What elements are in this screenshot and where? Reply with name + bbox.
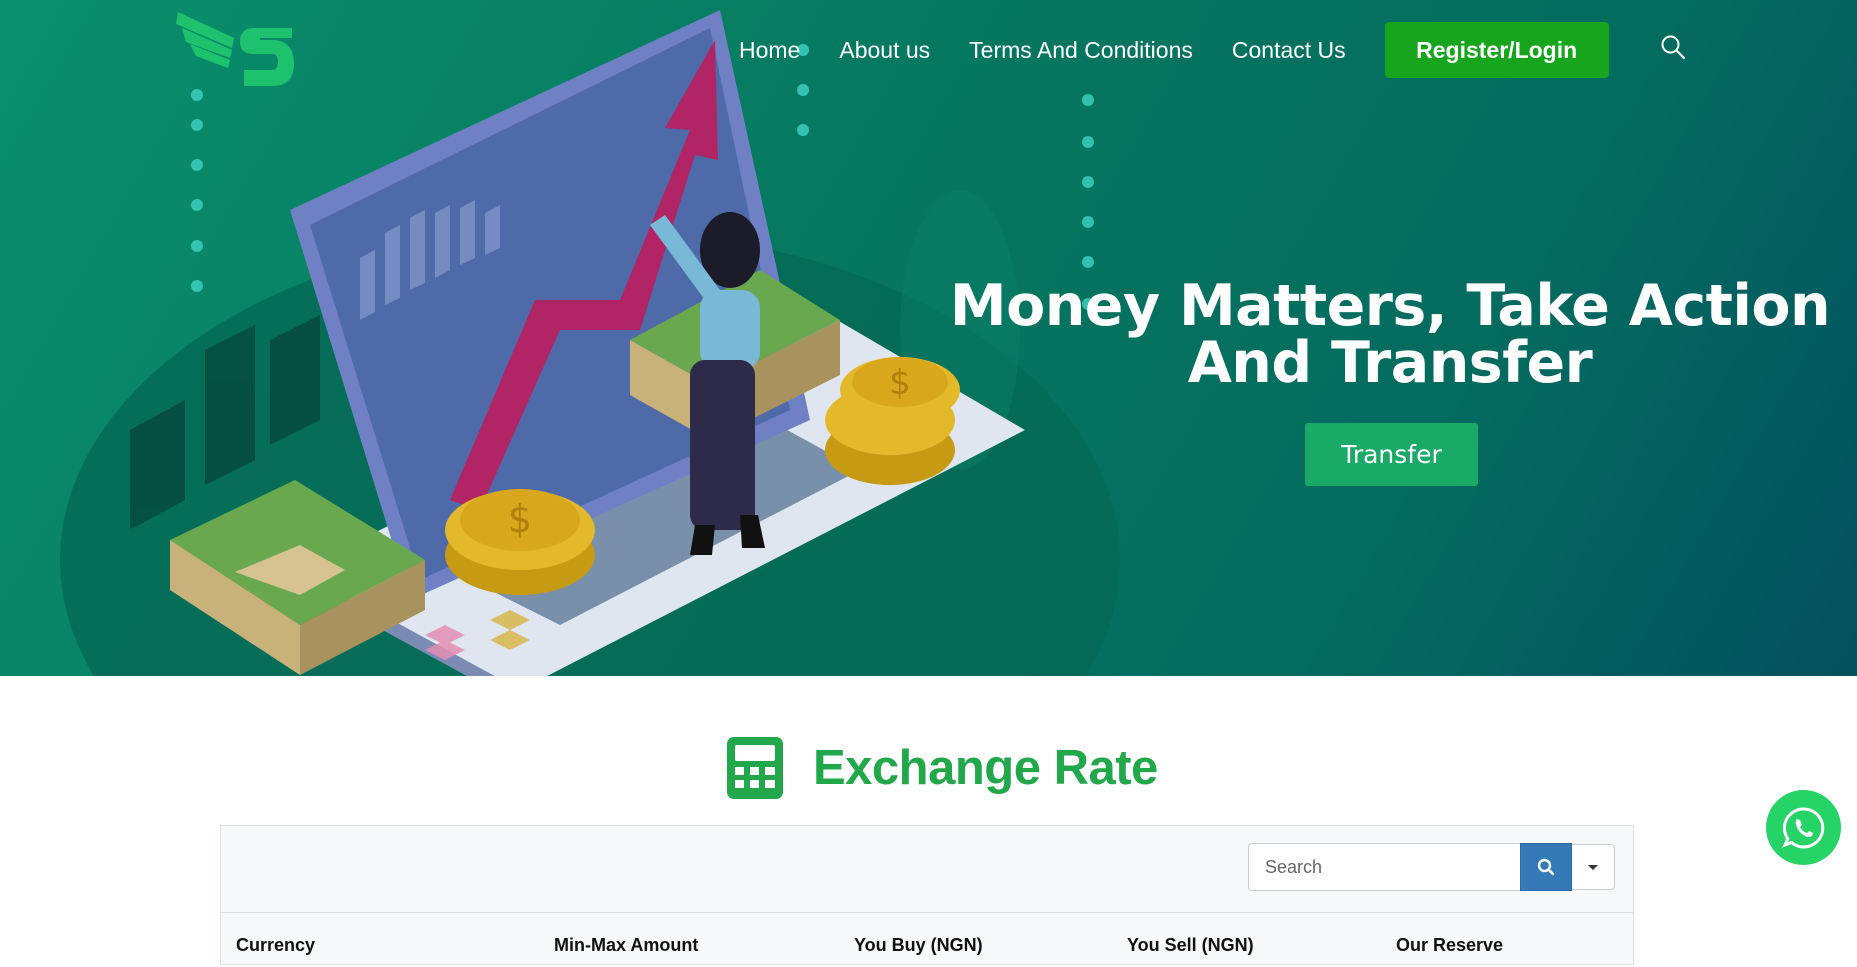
column-header-reserve[interactable]: Our Reserve	[1396, 935, 1503, 956]
table-search-input[interactable]	[1248, 843, 1520, 891]
exchange-rate-table: Currency Min-Max Amount You Buy (NGN) Yo…	[220, 825, 1634, 965]
caret-down-icon	[1588, 864, 1598, 870]
table-toolbar	[221, 826, 1633, 913]
column-header-min-max[interactable]: Min-Max Amount	[554, 935, 698, 956]
nav-terms[interactable]: Terms And Conditions	[969, 37, 1193, 64]
hero-banner: $ $ Home About us Terms And Conditions C…	[0, 0, 1857, 676]
whatsapp-icon	[1781, 806, 1824, 848]
svg-text:$: $	[889, 363, 911, 403]
table-search-group	[1248, 843, 1615, 893]
column-header-you-buy[interactable]: You Buy (NGN)	[854, 935, 983, 956]
exchange-rate-title: Exchange Rate	[813, 741, 1158, 795]
search-icon[interactable]	[1660, 34, 1686, 60]
main-navigation: Home About us Terms And Conditions Conta…	[720, 22, 1609, 78]
svg-text:$: $	[508, 497, 532, 541]
wing-dollar-logo-icon[interactable]	[174, 8, 300, 94]
search-icon	[1537, 858, 1555, 876]
calculator-icon	[727, 737, 783, 799]
table-search-button[interactable]	[1520, 843, 1572, 891]
search-options-dropdown[interactable]	[1572, 844, 1615, 890]
nav-about-us[interactable]: About us	[839, 37, 930, 64]
register-login-button[interactable]: Register/Login	[1384, 22, 1609, 78]
nav-home[interactable]: Home	[739, 37, 800, 64]
exchange-rate-heading: Exchange Rate	[725, 732, 1158, 804]
hero-title: Money Matters, Take Action And Transfer	[949, 273, 1831, 397]
nav-contact-us[interactable]: Contact Us	[1232, 37, 1346, 64]
column-header-you-sell[interactable]: You Sell (NGN)	[1127, 935, 1254, 956]
table-header-row: Currency Min-Max Amount You Buy (NGN) Yo…	[221, 913, 1633, 967]
column-header-currency[interactable]: Currency	[236, 935, 315, 956]
whatsapp-chat-button[interactable]	[1766, 790, 1841, 865]
transfer-button[interactable]: Transfer	[1305, 423, 1478, 486]
